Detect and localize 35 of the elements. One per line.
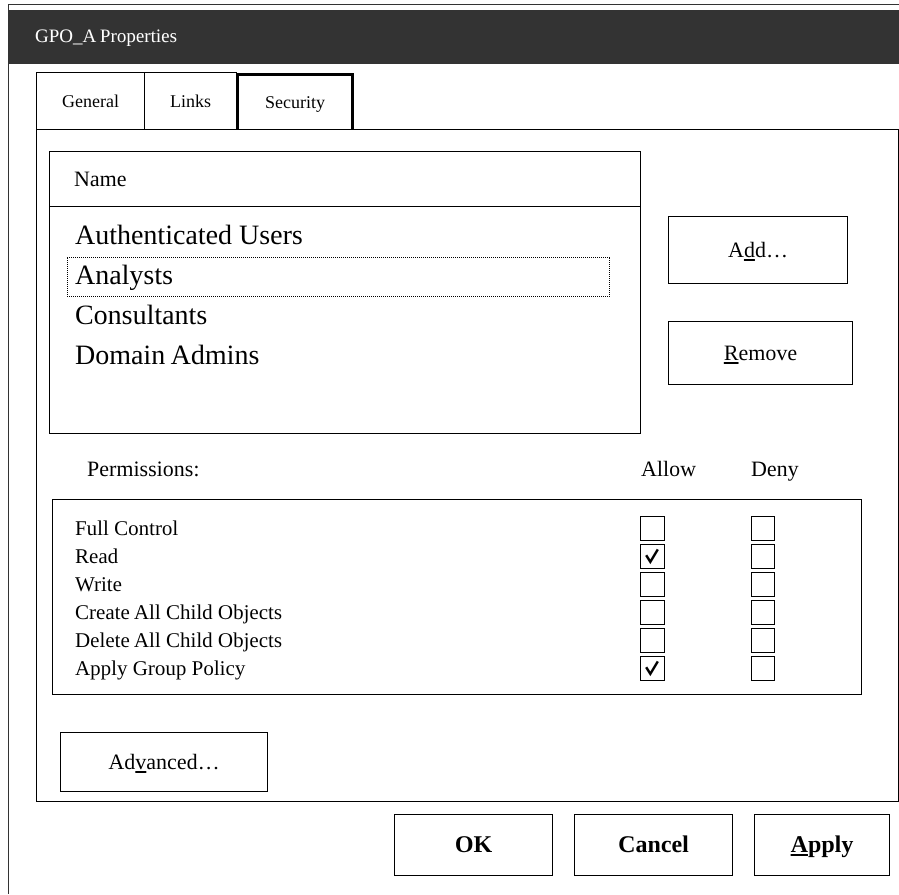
checkbox[interactable]	[640, 600, 665, 624]
tab[interactable]: General	[36, 72, 145, 129]
button[interactable]: Cancel	[574, 814, 733, 876]
list-item[interactable]: Domain Admins	[67, 337, 610, 377]
advanced-button[interactable]: Advanced…	[60, 732, 268, 792]
permission-name: Full Control	[75, 516, 180, 540]
column-header: Deny	[751, 456, 800, 482]
list-item[interactable]: Authenticated Users	[67, 217, 610, 257]
button[interactable]: OK	[394, 814, 553, 876]
column-header: Allow	[641, 456, 697, 482]
checkbox[interactable]	[750, 572, 775, 596]
checkbox[interactable]	[640, 544, 665, 568]
permission-name: Apply Group Policy	[75, 656, 246, 680]
permission-name: Read	[75, 544, 120, 568]
list-item[interactable]: Consultants	[67, 297, 610, 337]
checkbox[interactable]	[640, 628, 665, 652]
list-item[interactable]: Analysts	[67, 257, 610, 297]
checkbox[interactable]	[750, 656, 775, 680]
checkbox[interactable]	[640, 516, 665, 540]
tab[interactable]: Security	[236, 73, 354, 129]
button[interactable]: Apply	[754, 814, 890, 876]
checkbox[interactable]	[750, 516, 775, 540]
checkbox[interactable]	[640, 572, 665, 596]
permission-name: Create All Child Objects	[75, 600, 284, 624]
checkbox[interactable]	[750, 600, 775, 624]
checkbox[interactable]	[750, 628, 775, 652]
checkbox[interactable]	[750, 544, 775, 568]
permission-name: Write	[75, 572, 123, 596]
window-title: GPO_A Properties	[35, 26, 177, 48]
permission-name: Delete All Child Objects	[75, 628, 284, 652]
permissions-label: Permissions:	[87, 456, 200, 482]
checkbox[interactable]	[640, 656, 665, 680]
button[interactable]: Add…	[668, 216, 848, 284]
button[interactable]: Remove	[668, 321, 853, 385]
column-header: Name	[74, 166, 127, 192]
